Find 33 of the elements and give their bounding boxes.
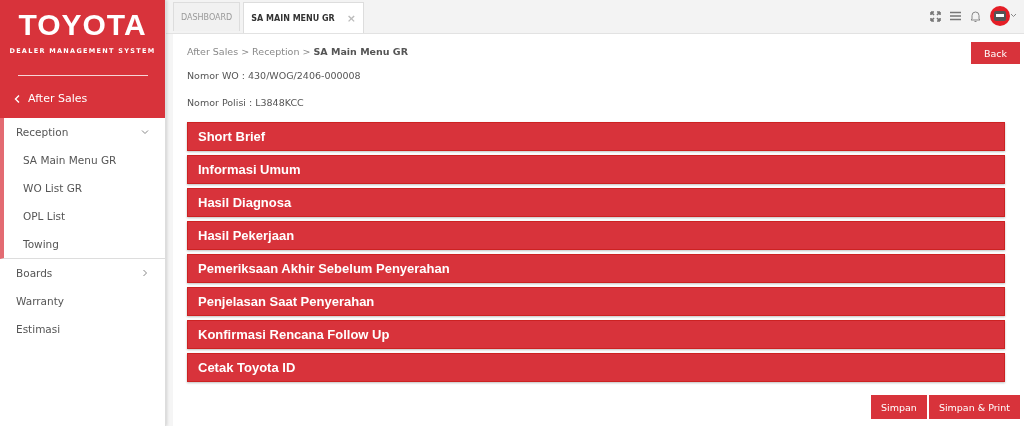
logo-text: TOYOTA [18,8,147,42]
back-button[interactable]: Back [970,42,1020,64]
chevron-left-icon [14,94,20,103]
section-header[interactable]: Hasil Diagnosa [187,188,1005,217]
sidebar-item[interactable]: Warranty [0,287,165,315]
bell-icon[interactable] [970,9,981,23]
breadcrumb: After Sales > Reception > SA Main Menu GR [187,46,408,57]
section-header[interactable]: Konfirmasi Rencana Follow Up [187,320,1005,349]
sidebar-subitem[interactable]: Towing [4,230,165,258]
expand-icon[interactable] [930,10,941,22]
section-header[interactable]: Pemeriksaan Akhir Sebelum Penyerahan [187,254,1005,283]
section-header[interactable]: Hasil Pekerjaan [187,221,1005,250]
sidebar-item[interactable]: Reception [4,118,165,146]
section-header[interactable]: Cetak Toyota ID [187,353,1005,382]
action-button[interactable]: Simpan [871,395,927,419]
back-link[interactable]: After Sales [0,76,165,105]
sidebar-subitem[interactable]: WO List GR [4,174,165,202]
action-button[interactable]: Simpan & Print [928,395,1020,419]
chevron-icon [141,128,149,136]
info-text: Nomor WO : 430/WOG/2406-000008 [187,69,362,83]
section-header[interactable]: Informasi Umum [187,155,1005,184]
chevron-icon [141,269,149,277]
sidebar-subitem[interactable]: SA Main Menu GR [4,146,165,174]
tab[interactable]: DASHBOARD [173,2,241,31]
sidebar-item[interactable]: Estimasi [0,315,165,343]
sidebar-subitem[interactable]: OPL List [4,202,165,230]
avatar-icon[interactable] [990,5,1018,27]
menu-icon[interactable] [950,11,961,21]
section-header[interactable]: Short Brief [187,122,1005,151]
info-text: Nomor Polisi : L3848KCC [187,96,305,110]
section-header[interactable]: Penjelasan Saat Penyerahan [187,287,1005,316]
sidebar-item[interactable]: Boards [0,259,165,287]
tab[interactable]: SA MAIN MENU GR × [243,2,364,33]
